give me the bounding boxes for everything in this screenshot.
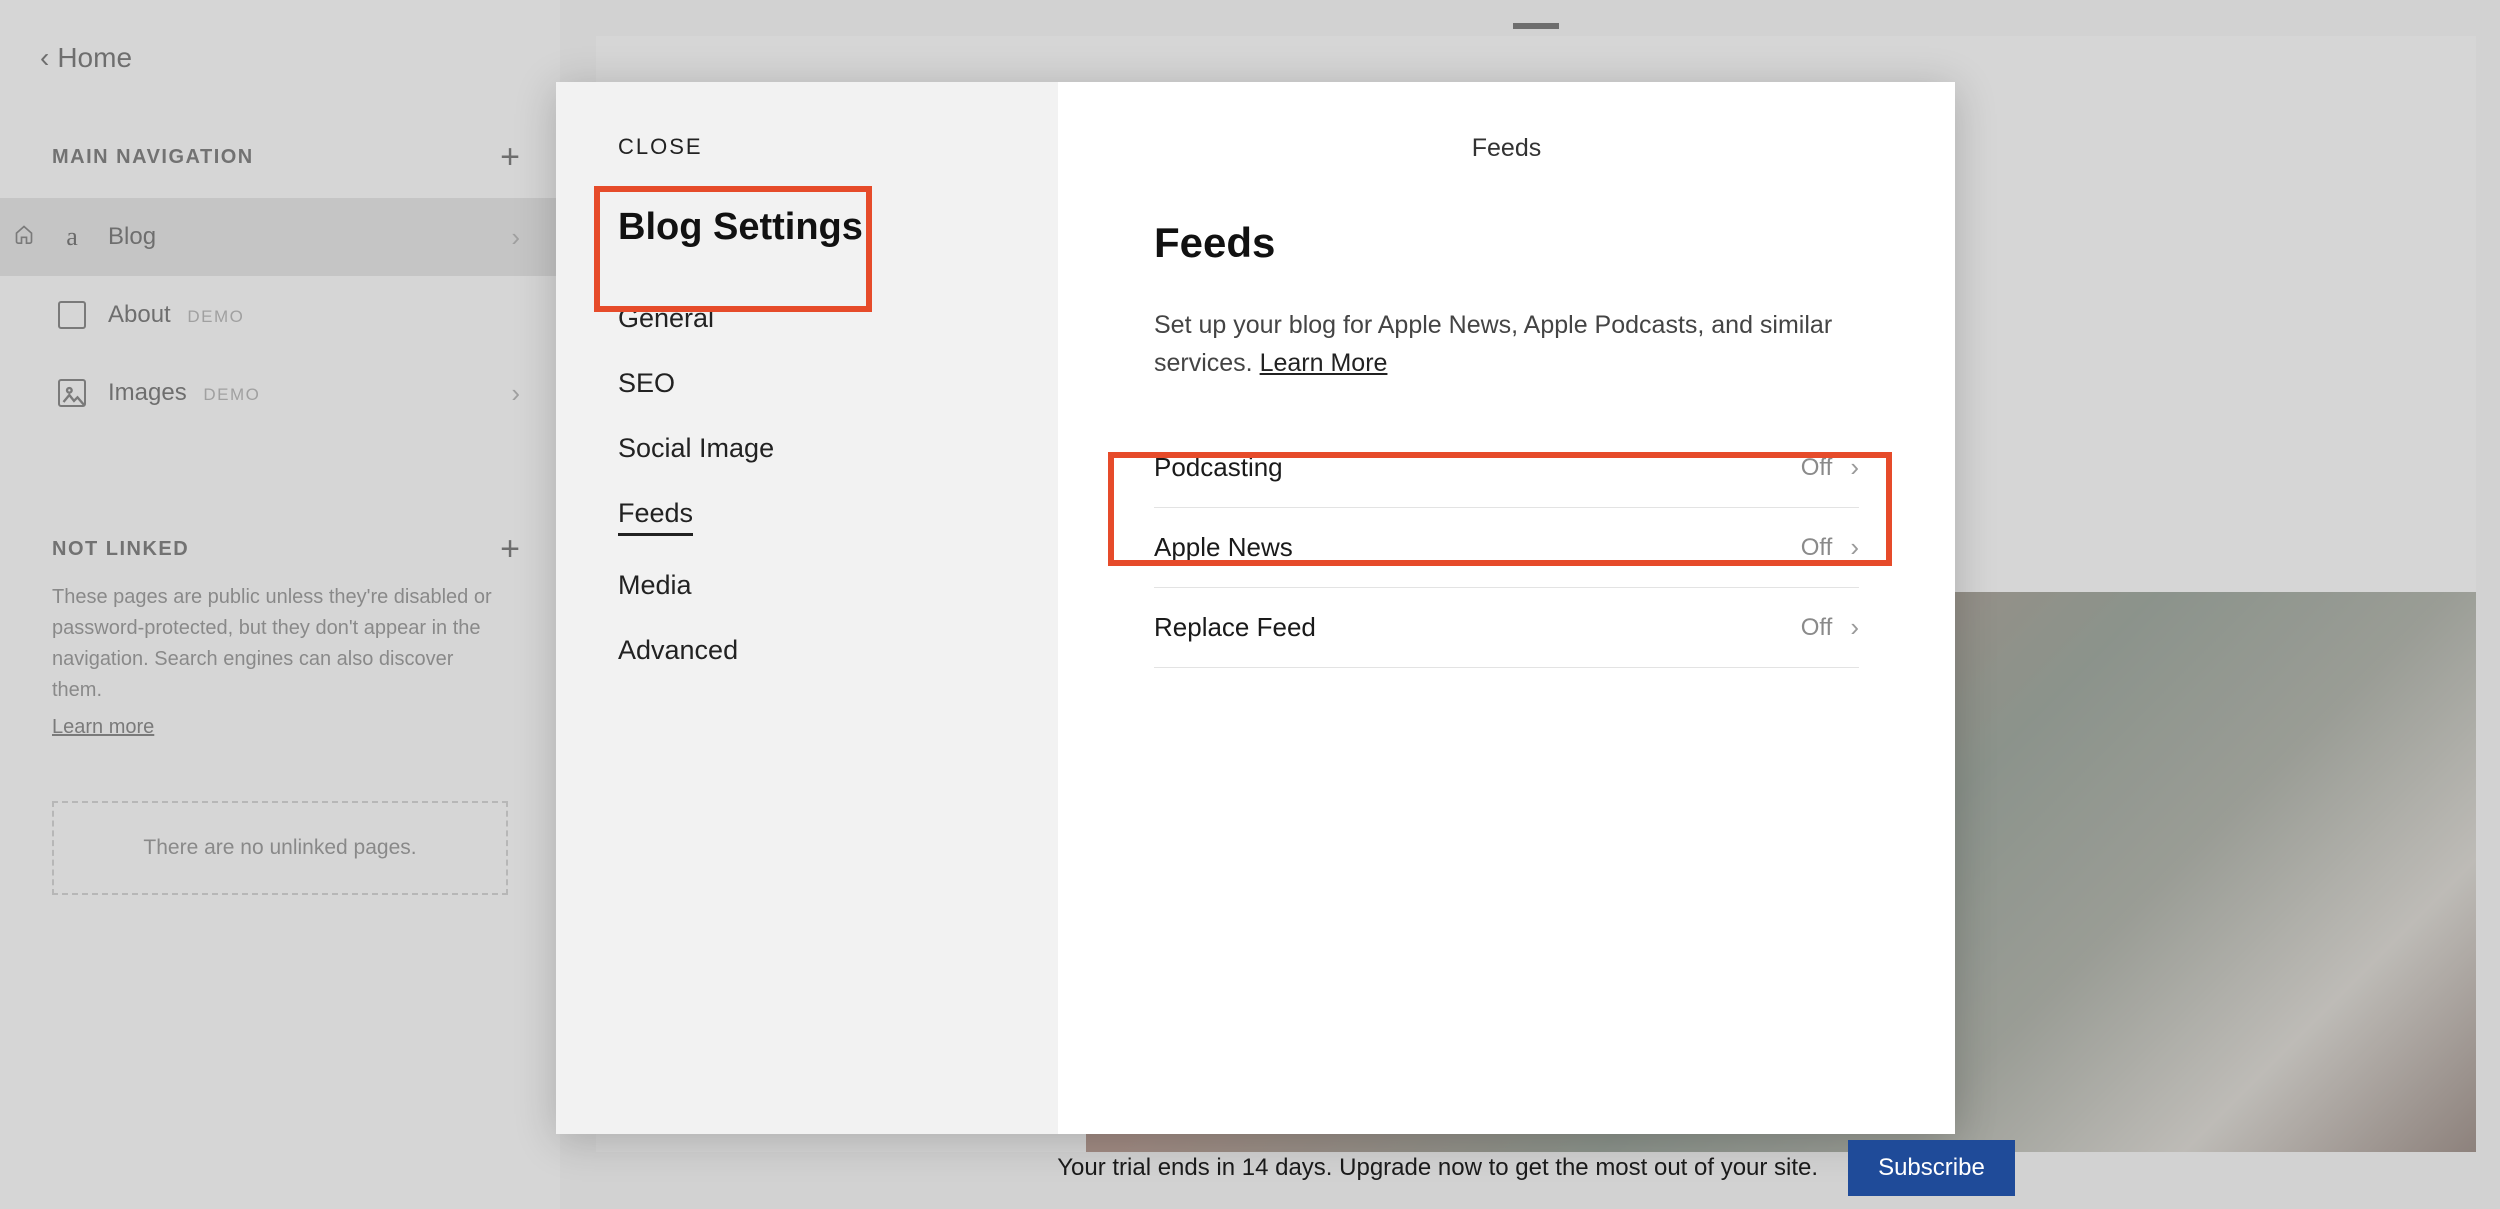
tab-media[interactable]: Media [618, 570, 692, 601]
blog-settings-modal: CLOSE Blog Settings General SEO Social I… [556, 82, 1955, 1134]
feed-row-state: Off [1801, 534, 1833, 562]
tab-seo[interactable]: SEO [618, 368, 675, 399]
tab-feeds[interactable]: Feeds [618, 498, 693, 536]
modal-content: Feeds Feeds Set up your blog for Apple N… [1058, 82, 1955, 1134]
chevron-right-icon: › [1850, 612, 1859, 643]
feed-row-state: Off [1801, 454, 1833, 482]
content-description: Set up your blog for Apple News, Apple P… [1154, 307, 1859, 382]
tab-general[interactable]: General [618, 303, 714, 334]
modal-sidebar: CLOSE Blog Settings General SEO Social I… [556, 82, 1058, 1134]
modal-breadcrumb: Feeds [1154, 134, 1859, 163]
chevron-right-icon: › [1850, 452, 1859, 483]
trial-message: Your trial ends in 14 days. Upgrade now … [1057, 1154, 1818, 1182]
feed-row-label: Podcasting [1154, 452, 1283, 483]
content-desc-text: Set up your blog for Apple News, Apple P… [1154, 311, 1832, 377]
chevron-right-icon: › [1850, 532, 1859, 563]
content-heading: Feeds [1154, 219, 1859, 267]
trial-banner: Your trial ends in 14 days. Upgrade now … [596, 1139, 2476, 1197]
close-button[interactable]: CLOSE [618, 134, 1008, 160]
modal-title: Blog Settings [618, 206, 1008, 249]
feed-row-label: Apple News [1154, 532, 1293, 563]
tab-advanced[interactable]: Advanced [618, 635, 738, 666]
feed-row-state: Off [1801, 614, 1833, 642]
feed-list: Podcasting Off › Apple News Off › Replac… [1154, 428, 1859, 668]
subscribe-button[interactable]: Subscribe [1848, 1140, 2015, 1196]
feed-row-label: Replace Feed [1154, 612, 1316, 643]
learn-more-link[interactable]: Learn More [1260, 349, 1388, 377]
feed-row-podcasting[interactable]: Podcasting Off › [1154, 428, 1859, 508]
settings-tab-list: General SEO Social Image Feeds Media Adv… [618, 303, 1008, 666]
feed-row-apple-news[interactable]: Apple News Off › [1154, 508, 1859, 588]
feed-row-replace-feed[interactable]: Replace Feed Off › [1154, 588, 1859, 668]
tab-social-image[interactable]: Social Image [618, 433, 774, 464]
